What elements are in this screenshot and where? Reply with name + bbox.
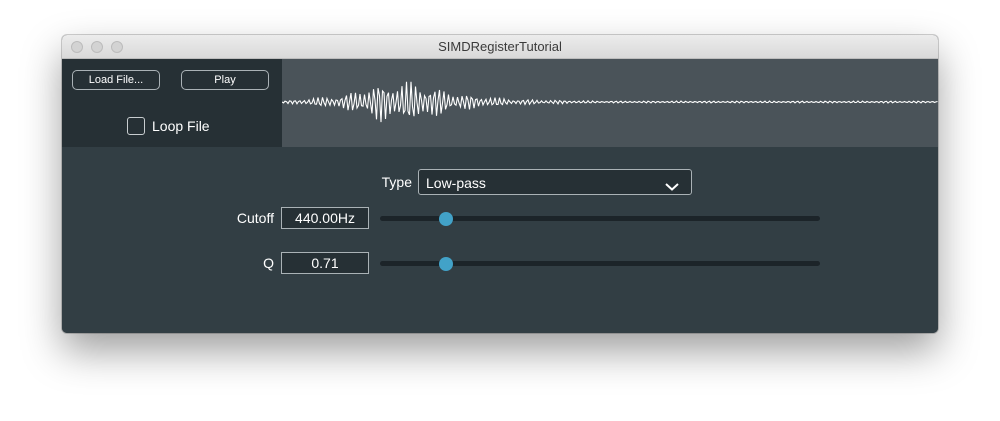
cutoff-value-box[interactable]: 440.00Hz (281, 207, 369, 229)
q-value-box[interactable]: 0.71 (281, 252, 369, 274)
filter-type-value: Low-pass (426, 175, 486, 191)
cutoff-slider[interactable] (380, 211, 820, 226)
filter-panel: Type Low-pass Cutoff 440.00Hz Q 0.71 (62, 147, 938, 333)
q-slider[interactable] (380, 256, 820, 271)
title-bar[interactable]: SIMDRegisterTutorial (62, 35, 938, 59)
q-label: Q (263, 255, 274, 271)
waveform-graph (282, 81, 938, 123)
loop-file-label[interactable]: Loop File (152, 118, 210, 134)
waveform-display (282, 59, 938, 147)
play-button[interactable]: Play (181, 70, 269, 90)
chevron-down-icon (665, 178, 679, 196)
file-controls-panel: Load File... Play Loop File (62, 59, 282, 147)
filter-type-select[interactable]: Low-pass (418, 169, 692, 195)
cutoff-label: Cutoff (236, 210, 274, 226)
type-label: Type (381, 174, 412, 190)
cutoff-slider-thumb[interactable] (439, 211, 453, 226)
load-file-button[interactable]: Load File... (72, 70, 160, 90)
loop-file-checkbox[interactable] (127, 117, 145, 135)
window-title: SIMDRegisterTutorial (438, 39, 562, 54)
waveform-line (282, 81, 938, 123)
app-window: SIMDRegisterTutorial Load File... Play L… (62, 35, 938, 333)
q-slider-thumb[interactable] (439, 256, 453, 271)
